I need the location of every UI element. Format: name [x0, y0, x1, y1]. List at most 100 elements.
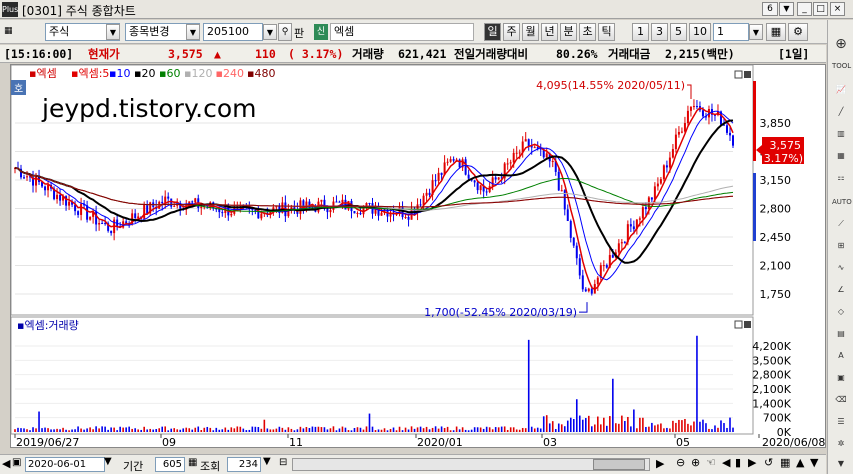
- period-month[interactable]: 월: [522, 23, 539, 41]
- dropdown-icon[interactable]: ▼: [779, 2, 794, 16]
- prev-icon[interactable]: ◀: [722, 456, 730, 469]
- scrollbar[interactable]: [292, 458, 650, 471]
- volume-bar: [104, 426, 106, 432]
- current-price-tag-pct: ( 3.17%): [756, 152, 803, 165]
- volume-bar: [290, 428, 293, 432]
- volume-bar: [440, 426, 443, 432]
- scroll-right-icon[interactable]: ▶: [656, 457, 664, 470]
- bars-icon[interactable]: ▤: [832, 326, 850, 342]
- volume-bar: [386, 430, 389, 432]
- volume-bar: [197, 426, 200, 432]
- bar-chart-icon[interactable]: ▥: [832, 126, 850, 142]
- left-arrow-icon[interactable]: ◀: [2, 457, 10, 470]
- auto-icon[interactable]: AUTO: [832, 194, 852, 210]
- volume-bar: [77, 426, 79, 432]
- volume-bar: [518, 429, 521, 432]
- chevron-down-icon[interactable]: ▼: [186, 24, 200, 40]
- gear-icon[interactable]: ⚙: [788, 23, 808, 41]
- candle-body: [134, 213, 137, 218]
- volume-bar: [149, 428, 151, 432]
- trend-icon[interactable]: ╱: [832, 104, 850, 120]
- chevron-down-icon[interactable]: ▼: [104, 456, 112, 467]
- angle-icon[interactable]: ∠: [832, 282, 850, 298]
- volume-bar: [669, 428, 671, 432]
- period-week[interactable]: 주: [503, 23, 520, 41]
- down-icon[interactable]: ▼: [832, 456, 850, 472]
- num-5[interactable]: 5: [670, 23, 687, 41]
- date-input[interactable]: 2020-06-01: [25, 457, 105, 472]
- maximize-icon[interactable]: □: [813, 2, 828, 16]
- volume-bar: [377, 429, 380, 432]
- scrollbar-thumb[interactable]: [593, 459, 645, 470]
- calendar-icon[interactable]: ▣: [12, 457, 21, 468]
- stock-code-input[interactable]: 205100: [203, 23, 263, 41]
- chevron-down-icon[interactable]: ▼: [263, 24, 277, 40]
- star-icon[interactable]: ✲: [832, 436, 850, 452]
- zoom-out-icon[interactable]: ⊖: [676, 456, 685, 469]
- volume-bar: [557, 423, 560, 432]
- chevron-down-icon[interactable]: ▼: [263, 456, 271, 467]
- volume-bar: [167, 430, 170, 432]
- up-icon[interactable]: ▲: [796, 456, 804, 469]
- grid-icon[interactable]: ▦: [780, 456, 790, 469]
- tool-menu-icon[interactable]: TOOL: [832, 58, 851, 74]
- volume-bar: [260, 428, 263, 432]
- list-icon[interactable]: ☰: [832, 414, 850, 430]
- calendar-icon[interactable]: ▣: [832, 370, 850, 386]
- crosshair-icon[interactable]: ⊕: [832, 36, 850, 52]
- unit-input[interactable]: 1: [713, 23, 749, 41]
- minimize-icon[interactable]: _: [797, 2, 812, 16]
- pan-label[interactable]: 판: [294, 25, 304, 41]
- volume-bar: [666, 427, 668, 432]
- volume-bar: [239, 426, 242, 432]
- volume-bar: [431, 427, 434, 432]
- num-10[interactable]: 10: [689, 23, 711, 41]
- volume-bar: [732, 427, 734, 432]
- candle-body: [551, 160, 554, 162]
- period-second[interactable]: 초: [579, 23, 596, 41]
- lock-icon[interactable]: ⊟: [279, 457, 287, 468]
- hand-icon[interactable]: ☜: [706, 456, 716, 469]
- period-input[interactable]: 605: [155, 457, 185, 472]
- volume-legend: ▪엑셈:거래량: [17, 319, 79, 332]
- num-1[interactable]: 1: [632, 23, 649, 41]
- down-icon[interactable]: ▼: [810, 456, 818, 469]
- fib-icon[interactable]: ⚏: [832, 170, 850, 186]
- search-icon[interactable]: ⚲: [278, 23, 292, 41]
- period-day[interactable]: 일: [484, 23, 501, 41]
- volume-bar: [542, 416, 545, 432]
- volume-bar: [206, 426, 209, 432]
- line-icon[interactable]: ⟋: [832, 216, 850, 232]
- close-icon[interactable]: ×: [830, 2, 845, 16]
- grid-icon[interactable]: ▦: [4, 23, 20, 41]
- back-icon[interactable]: ↺: [764, 456, 773, 469]
- pause-icon[interactable]: ▮: [735, 456, 741, 469]
- wave-icon[interactable]: ∿: [832, 260, 850, 276]
- eraser-icon[interactable]: ⌫: [832, 392, 850, 408]
- period-year[interactable]: 년: [541, 23, 558, 41]
- volume-bar: [32, 427, 34, 432]
- candle-body: [512, 152, 515, 163]
- up-arrow-icon: ▲: [214, 47, 221, 61]
- period-tick[interactable]: 틱: [598, 23, 615, 41]
- candle-body: [494, 177, 497, 180]
- grid-icon[interactable]: ▦: [832, 148, 850, 164]
- zoom-icon[interactable]: ⊞: [832, 238, 850, 254]
- next-icon[interactable]: ▶: [748, 456, 756, 469]
- volume-bar: [687, 423, 689, 432]
- candle-body: [170, 198, 173, 207]
- chart-type-icon[interactable]: 📈: [832, 82, 850, 98]
- chevron-down-icon[interactable]: ▼: [106, 24, 120, 40]
- shape-icon[interactable]: ◇: [832, 304, 850, 320]
- page-number[interactable]: 6: [762, 2, 778, 16]
- zoom-in-icon[interactable]: ⊕: [691, 456, 700, 469]
- text-icon[interactable]: A: [832, 348, 850, 364]
- num-3[interactable]: 3: [651, 23, 668, 41]
- grid-view-icon[interactable]: ▦: [766, 23, 786, 41]
- chevron-down-icon[interactable]: ▼: [749, 24, 763, 40]
- volume-bar: [365, 426, 368, 432]
- period-minute[interactable]: 분: [560, 23, 577, 41]
- count-input[interactable]: 234: [227, 457, 261, 472]
- candle-body: [326, 208, 329, 213]
- lookup-icon[interactable]: ▦: [188, 457, 197, 468]
